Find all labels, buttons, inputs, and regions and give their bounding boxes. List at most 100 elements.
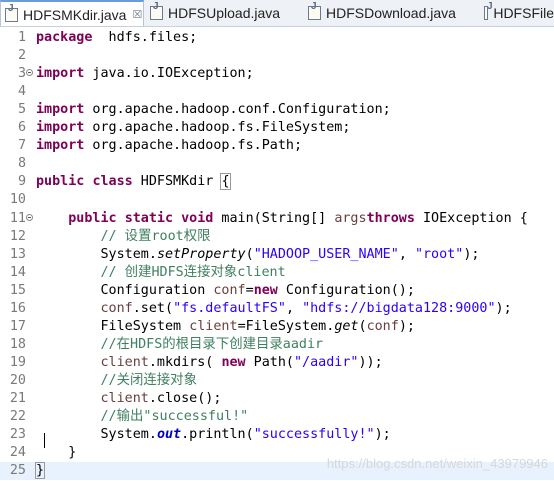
line-number: 18: [9, 336, 26, 352]
code-text: //关闭连接对象: [36, 372, 197, 390]
code-token: }: [34, 462, 46, 480]
close-tab-icon[interactable]: ☒: [132, 2, 142, 27]
code-text: import java.io.IOException;: [36, 65, 254, 83]
code-line[interactable]: 13 System.setProperty("HADOOP_USER_NAME"…: [0, 246, 554, 264]
code-text: // 创建HDFS连接对象client: [36, 264, 286, 282]
code-token: new: [253, 282, 278, 298]
code-line[interactable]: 6 import org.apache.hadoop.fs.FileSystem;: [0, 119, 554, 137]
fold-toggle-icon[interactable]: [26, 69, 33, 77]
code-token: client: [100, 354, 149, 370]
code-line[interactable]: 14 // 创建HDFS连接对象client: [0, 264, 554, 282]
code-line[interactable]: 1 package hdfs.files;: [0, 29, 554, 47]
code-editor[interactable]: 1 package hdfs.files; 2 3 import java.io.IOE…: [0, 27, 554, 481]
code-token: void: [181, 210, 214, 226]
code-token: Configuration();: [277, 282, 415, 298]
code-token: conf: [100, 300, 133, 316]
line-number: 15: [9, 282, 26, 298]
code-line[interactable]: 23 System.out.println("successfully!");: [0, 426, 554, 444]
code-line[interactable]: 20 //关闭连接对象: [0, 372, 554, 390]
code-token: }: [36, 445, 77, 461]
code-token: System.: [36, 246, 157, 262]
code-token: .close();: [148, 391, 222, 406]
code-token: );: [398, 318, 415, 334]
line-number: 2: [17, 48, 26, 64]
code-text: System.out.println("successfully!");: [36, 426, 391, 444]
code-token: );: [374, 427, 391, 443]
code-line[interactable]: 3 import java.io.IOException;: [0, 65, 554, 83]
code-token: main(String[]: [213, 210, 335, 226]
code-token: ,: [285, 300, 303, 316]
tab-hdfsmkdir[interactable]: HDFSMKdir.java ☒: [0, 0, 144, 27]
line-number: 24: [9, 445, 26, 461]
code-line[interactable]: 15 Configuration conf=new Configuration(…: [0, 282, 554, 300]
code-token: out: [156, 427, 182, 443]
code-token: .set(: [132, 300, 174, 316]
code-line[interactable]: 16 conf.set("fs.defaultFS", "hdfs://bigd…: [0, 300, 554, 318]
tab-hdfsupload[interactable]: HDFSUpload.java: [146, 0, 302, 26]
line-number: 3: [17, 66, 26, 82]
code-line[interactable]: 21 client.close();: [0, 390, 554, 408]
code-token: "fs.defaultFS": [173, 300, 286, 316]
code-line[interactable]: 22 //输出"successful!": [0, 408, 554, 426]
code-line[interactable]: 2: [0, 47, 554, 65]
java-file-icon: [150, 1, 163, 20]
line-number: 20: [9, 372, 26, 388]
code-text: System.setProperty("HADOOP_USER_NAME", "…: [36, 246, 479, 264]
code-text: client.close();: [36, 390, 222, 408]
code-line[interactable]: 5 import org.apache.hadoop.conf.Configura…: [0, 101, 554, 119]
code-token: FileSystem: [36, 318, 190, 334]
code-line[interactable]: 17 FileSystem client=FileSystem.get(conf…: [0, 318, 554, 336]
code-line[interactable]: 4: [0, 83, 554, 101]
code-text: import org.apache.hadoop.conf.Configurat…: [36, 101, 391, 119]
code-line[interactable]: 19 client.mkdirs( new Path("/aadir"));: [0, 354, 554, 372]
code-text: package hdfs.files;: [36, 29, 197, 47]
code-token: );: [463, 246, 480, 262]
line-number: 23: [9, 427, 26, 443]
code-token: new: [221, 354, 246, 370]
code-token: System.: [36, 427, 157, 443]
code-token: //在HDFS的根目录下创建目录aadir: [100, 336, 324, 352]
code-token: import: [36, 120, 85, 136]
tab-hdfsfile[interactable]: HDFSFile: [480, 0, 554, 26]
code-line[interactable]: 10: [0, 191, 554, 209]
code-token: ));: [358, 354, 383, 370]
line-number: 21: [9, 391, 26, 406]
code-text: // 设置root权限: [36, 228, 211, 246]
code-token: (: [358, 318, 367, 334]
tab-label: HDFSUpload.java: [168, 5, 281, 21]
tab-hdfsdownload[interactable]: HDFSDownload.java: [304, 0, 476, 26]
code-text: conf.set("fs.defaultFS", "hdfs://bigdata…: [36, 300, 512, 318]
line-number: 19: [9, 354, 26, 370]
fold-toggle-icon[interactable]: [26, 213, 33, 221]
code-token: //关闭连接对象: [100, 372, 197, 388]
code-token: Configuration: [36, 282, 214, 298]
code-token: "HADOOP_USER_NAME": [253, 246, 399, 262]
code-token: ,: [398, 246, 415, 262]
code-text: import org.apache.hadoop.fs.FileSystem;: [36, 119, 350, 137]
code-text: }: [34, 462, 46, 480]
code-line[interactable]: 12 // 设置root权限: [0, 228, 554, 246]
editor-tab-bar: HDFSMKdir.java ☒ HDFSUpload.java HDFSDow…: [0, 0, 554, 27]
code-token: throws: [366, 210, 415, 226]
code-token: "successfully!": [253, 427, 375, 443]
code-line[interactable]: 9 public class HDFSMKdir {: [0, 173, 554, 191]
code-token: class: [92, 174, 133, 190]
line-number: 12: [9, 228, 26, 244]
code-line[interactable]: 8: [0, 155, 554, 173]
code-token: "root": [414, 246, 464, 262]
code-token: org.apache.hadoop.fs.FileSystem;: [84, 120, 351, 136]
code-token: =FileSystem.: [237, 318, 335, 334]
code-line[interactable]: 11 public static void main(String[] args…: [0, 210, 554, 228]
code-token: .mkdirs(: [148, 354, 222, 370]
code-text: public static void main(String[] argsthr…: [36, 210, 528, 228]
code-line[interactable]: 7 import org.apache.hadoop.fs.Path;: [0, 137, 554, 155]
code-line[interactable]: 18 //在HDFS的根目录下创建目录aadir: [0, 336, 554, 354]
line-number: 8: [17, 156, 26, 172]
code-text: public class HDFSMKdir {: [36, 173, 231, 191]
line-number: 7: [17, 138, 26, 154]
